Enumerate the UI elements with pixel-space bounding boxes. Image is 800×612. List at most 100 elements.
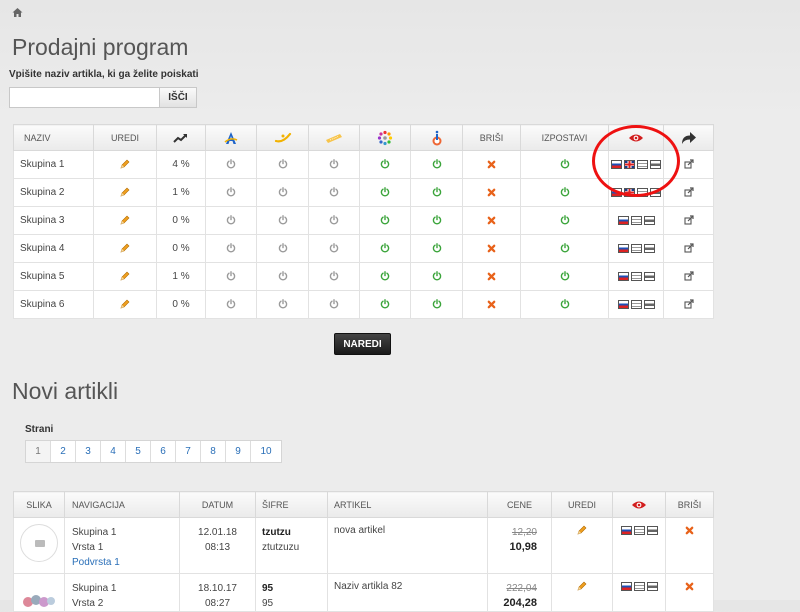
power-icon[interactable]	[432, 271, 442, 281]
pager-page[interactable]: 3	[76, 441, 101, 462]
group-name[interactable]: Skupina 1	[13, 150, 94, 179]
delete-x-icon[interactable]	[487, 244, 496, 253]
power-icon[interactable]	[226, 243, 236, 253]
pager-page[interactable]: 8	[201, 441, 226, 462]
header-navigacija[interactable]: NAVIGACIJA	[64, 491, 180, 518]
flag-doc-icon[interactable]	[630, 243, 642, 253]
group-name[interactable]: Skupina 5	[13, 262, 94, 291]
delete-x-icon[interactable]	[487, 272, 496, 281]
flag-print-icon[interactable]	[646, 581, 658, 591]
header-brisi[interactable]: BRIŠI	[462, 124, 521, 151]
power-icon[interactable]	[432, 243, 442, 253]
power-icon[interactable]	[278, 243, 288, 253]
power-icon[interactable]	[278, 271, 288, 281]
article-name[interactable]: nova artikel	[327, 517, 488, 574]
external-link-icon[interactable]	[684, 159, 694, 169]
header-brand-dots[interactable]	[359, 124, 411, 151]
flag-doc-icon[interactable]	[630, 271, 642, 281]
external-link-icon[interactable]	[684, 243, 694, 253]
flag-si-icon[interactable]	[611, 159, 622, 169]
delete-x-icon[interactable]	[487, 216, 496, 225]
pencil-icon[interactable]	[120, 187, 130, 197]
flag-si-icon[interactable]	[611, 187, 622, 197]
pencil-icon[interactable]	[577, 581, 587, 591]
power-icon[interactable]	[380, 299, 390, 309]
header-artikel[interactable]: ARTIKEL	[327, 491, 488, 518]
external-link-icon[interactable]	[684, 299, 694, 309]
power-icon[interactable]	[432, 159, 442, 169]
flag-si-icon[interactable]	[617, 215, 629, 225]
pencil-icon[interactable]	[120, 271, 130, 281]
flag-si-icon[interactable]	[620, 525, 632, 535]
power-icon[interactable]	[278, 159, 288, 169]
power-icon[interactable]	[226, 271, 236, 281]
power-icon[interactable]	[432, 215, 442, 225]
external-link-icon[interactable]	[684, 271, 694, 281]
flag-print-icon[interactable]	[650, 159, 661, 169]
pencil-icon[interactable]	[120, 243, 130, 253]
group-name[interactable]: Skupina 6	[13, 290, 94, 319]
flag-print-icon[interactable]	[643, 271, 655, 281]
pager-page[interactable]: 1	[26, 441, 51, 462]
header-datum[interactable]: DATUM	[179, 491, 256, 518]
pager-page[interactable]: 6	[151, 441, 176, 462]
pager-page[interactable]: 7	[176, 441, 201, 462]
header-brand-info[interactable]	[410, 124, 463, 151]
flag-gb-icon[interactable]	[624, 159, 635, 169]
flag-si-icon[interactable]	[617, 271, 629, 281]
delete-x-icon[interactable]	[487, 188, 496, 197]
delete-x-icon[interactable]	[685, 582, 694, 591]
pencil-icon[interactable]	[577, 525, 587, 535]
power-icon[interactable]	[560, 299, 570, 309]
header-sifre[interactable]: ŠIFRE	[255, 491, 328, 518]
delete-x-icon[interactable]	[487, 160, 496, 169]
header-brand-a[interactable]	[205, 124, 257, 151]
header-eye[interactable]	[612, 491, 666, 518]
header-brand-swoosh[interactable]	[256, 124, 309, 151]
header-uredi[interactable]: UREDI	[93, 124, 157, 151]
naredi-button[interactable]: NAREDI	[334, 333, 391, 355]
delete-x-icon[interactable]	[487, 300, 496, 309]
header-uredi[interactable]: UREDI	[551, 491, 613, 518]
power-icon[interactable]	[226, 187, 236, 197]
article-thumbnail[interactable]	[20, 588, 58, 608]
power-icon[interactable]	[560, 159, 570, 169]
home-icon[interactable]	[12, 7, 23, 18]
header-brand-ticket[interactable]	[308, 124, 360, 151]
power-icon[interactable]	[278, 299, 288, 309]
flag-doc-icon[interactable]	[637, 187, 648, 197]
power-icon[interactable]	[329, 215, 339, 225]
power-icon[interactable]	[560, 215, 570, 225]
power-icon[interactable]	[329, 299, 339, 309]
header-share[interactable]	[663, 124, 714, 151]
header-cene[interactable]: CENE	[487, 491, 552, 518]
external-link-icon[interactable]	[684, 215, 694, 225]
power-icon[interactable]	[226, 159, 236, 169]
power-icon[interactable]	[560, 271, 570, 281]
pencil-icon[interactable]	[120, 299, 130, 309]
flag-print-icon[interactable]	[643, 243, 655, 253]
flag-si-icon[interactable]	[617, 299, 629, 309]
pencil-icon[interactable]	[120, 215, 130, 225]
group-name[interactable]: Skupina 3	[13, 206, 94, 235]
search-button[interactable]: IŠČI	[159, 87, 197, 108]
pager-page[interactable]: 2	[51, 441, 76, 462]
flag-si-icon[interactable]	[620, 581, 632, 591]
power-icon[interactable]	[432, 187, 442, 197]
flag-doc-icon[interactable]	[633, 525, 645, 535]
power-icon[interactable]	[380, 215, 390, 225]
power-icon[interactable]	[380, 243, 390, 253]
power-icon[interactable]	[329, 187, 339, 197]
pencil-icon[interactable]	[120, 159, 130, 169]
article-thumbnail[interactable]	[20, 524, 58, 562]
header-izpostavi[interactable]: IZPOSTAVI	[520, 124, 609, 151]
power-icon[interactable]	[560, 187, 570, 197]
header-eye[interactable]	[608, 124, 664, 151]
article-name[interactable]: Naziv artikla 82	[327, 573, 488, 612]
flag-doc-icon[interactable]	[637, 159, 648, 169]
delete-x-icon[interactable]	[685, 526, 694, 535]
pager-page[interactable]: 9	[226, 441, 251, 462]
search-input[interactable]	[9, 87, 160, 108]
header-trend[interactable]	[156, 124, 206, 151]
power-icon[interactable]	[380, 271, 390, 281]
